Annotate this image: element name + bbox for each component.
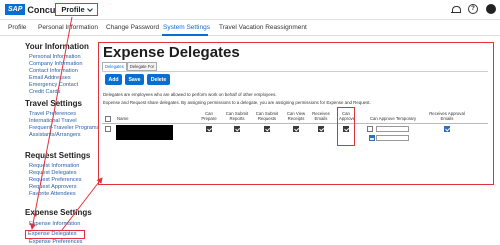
sidebar-item-expense-preferences[interactable]: Expense Preferences (29, 239, 82, 245)
section-your-information: Your Information (25, 42, 89, 51)
add-button[interactable]: Add (105, 74, 122, 85)
sidebar-item-international-travel[interactable]: International Travel (29, 118, 77, 124)
top-bar: SAP Concur Profile ? (0, 0, 500, 20)
receives-emails-checkbox[interactable] (318, 126, 324, 132)
subtab-divider (102, 71, 488, 72)
top-icons: ? (451, 4, 496, 14)
sidebar-item-contact-information[interactable]: Contact Information (29, 68, 78, 74)
chevron-down-icon (86, 5, 93, 12)
calendar-icon[interactable] (369, 135, 375, 141)
sidebar-item-email-addresses[interactable]: Email Addresses (29, 75, 71, 81)
row-select-checkbox[interactable] (105, 126, 111, 132)
table-header-divider (102, 123, 488, 124)
help-icon[interactable]: ? (468, 4, 478, 14)
sap-logo-mark: SAP (5, 4, 26, 15)
profile-menu-button[interactable]: Profile (55, 3, 98, 16)
column-can-submit-requests: Can Submit Requests (255, 111, 279, 121)
column-receives-emails: Receives Emails (312, 111, 330, 121)
sidebar-item-favorite-attendees[interactable]: Favorite Attendees (29, 191, 76, 197)
sidebar-item-emergency-contact[interactable]: Emergency Contact (29, 82, 78, 88)
can-approve-temporary-checkbox[interactable] (367, 126, 373, 132)
column-receives-approval-emails: Receives Approval Emails (429, 111, 465, 121)
sidebar-item-request-approvers[interactable]: Request Approvers (29, 184, 77, 190)
delegate-subtabs: Delegates Delegate For (102, 62, 158, 71)
sidebar-item-assistants-arrangers[interactable]: Assistants/Arrangers (29, 132, 81, 138)
bell-icon[interactable] (451, 5, 461, 14)
sidebar-item-request-preferences[interactable]: Request Preferences (29, 177, 82, 183)
delegates-permissions-text: Expense and Request share delegates. By … (103, 100, 371, 105)
can-prepare-checkbox[interactable] (206, 126, 212, 132)
tab-system-settings[interactable]: System Settings (163, 24, 210, 31)
tab-profile[interactable]: Profile (8, 24, 26, 31)
column-name: Name (117, 116, 129, 121)
can-submit-requests-checkbox[interactable] (264, 126, 270, 132)
sidebar-item-company-information[interactable]: Company Information (29, 61, 82, 67)
active-tab-indicator (162, 34, 208, 36)
tab-personal-information[interactable]: Personal Information (38, 24, 98, 31)
profile-tab-bar: Profile Personal Information Change Pass… (0, 20, 500, 36)
can-submit-reports-checkbox[interactable] (234, 126, 240, 132)
sidebar-item-personal-information[interactable]: Personal Information (29, 54, 81, 60)
section-request-settings: Request Settings (25, 151, 91, 160)
column-can-approve-temporary: Can Approve Temporary (369, 116, 417, 121)
tab-delegate-for[interactable]: Delegate For (126, 62, 158, 71)
page-title: Expense Delegates (103, 44, 240, 61)
delete-button[interactable]: Delete (147, 74, 170, 85)
profile-menu-label: Profile (61, 5, 85, 14)
sidebar-item-travel-preferences[interactable]: Travel Preferences (29, 111, 76, 117)
sap-concur-logo[interactable]: SAP Concur (5, 4, 59, 15)
column-can-prepare: Can Prepare (201, 111, 217, 121)
sidebar-item-frequent-traveler-programs[interactable]: Frequent-Traveler Programs (29, 125, 99, 131)
sidebar-item-request-delegates[interactable]: Request Delegates (29, 170, 77, 176)
tab-change-password[interactable]: Change Password (106, 24, 159, 31)
save-button[interactable]: Save (125, 74, 144, 85)
column-can-view-receipts: Can View Receipts (286, 111, 306, 121)
select-all-checkbox[interactable] (105, 116, 111, 122)
sidebar-item-credit-cards[interactable]: Credit Cards (29, 89, 60, 95)
can-view-receipts-checkbox[interactable] (293, 126, 299, 132)
highlight-box-can-approve (337, 107, 355, 146)
sidebar-item-expense-information[interactable]: Expense Information (29, 221, 80, 227)
tab-travel-vacation-reassignment[interactable]: Travel Vacation Reassignment (219, 24, 307, 31)
section-travel-settings: Travel Settings (25, 99, 82, 108)
delegates-info-text: Delegates are employees who are allowed … (103, 92, 277, 97)
tab-delegates[interactable]: Delegates (102, 62, 127, 71)
user-icon[interactable] (486, 4, 496, 14)
approve-temporary-start-date-field[interactable] (376, 126, 409, 132)
highlight-box-expense-delegates (25, 230, 85, 239)
redacted-delegate-name (116, 125, 173, 140)
section-expense-settings: Expense Settings (25, 208, 92, 217)
receives-approval-emails-checkbox[interactable] (444, 126, 450, 132)
approve-temporary-end-date-field[interactable] (376, 135, 409, 141)
column-can-submit-reports: Can Submit Reports (225, 111, 249, 121)
sidebar-item-request-information[interactable]: Request Information (29, 163, 79, 169)
